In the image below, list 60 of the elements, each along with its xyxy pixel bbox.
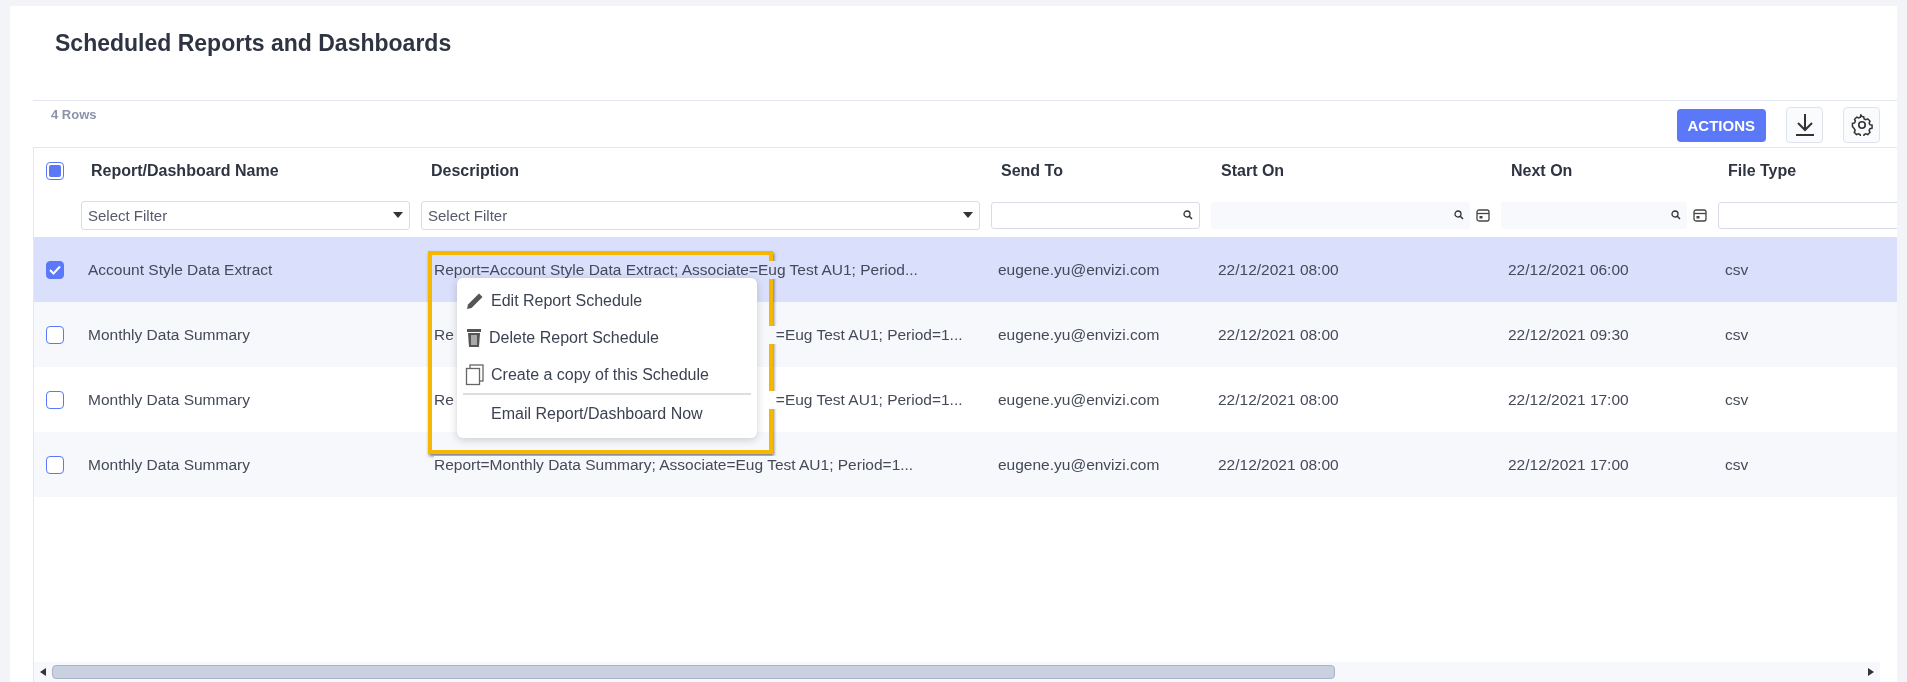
column-header[interactable]: Start On — [1206, 161, 1496, 180]
table-cell-text: 22/12/2021 08:00 — [1217, 325, 1340, 344]
filter-input[interactable] — [1718, 201, 1897, 229]
checkbox[interactable] — [46, 161, 64, 180]
settings-icon — [1850, 114, 1873, 136]
scroll-right-icon[interactable] — [1868, 668, 1874, 676]
caret-icon — [393, 212, 403, 218]
search-icon[interactable] — [1183, 210, 1193, 220]
filter-select[interactable]: Select Filter — [81, 200, 410, 230]
table-cell: Report=Account Style Data Extract; Associate=Eug Test AU1; Period... — [434, 260, 918, 279]
search-icon[interactable] — [1454, 210, 1464, 220]
checkbox[interactable] — [46, 325, 64, 344]
table-cell-text: 22/12/2021 08:00 — [1217, 260, 1340, 279]
column-header[interactable]: File Type — [1713, 161, 1897, 180]
column-header[interactable]: Description — [416, 161, 986, 180]
checkbox[interactable] — [46, 390, 64, 409]
actions-button[interactable]: ACTIONS — [1676, 108, 1766, 142]
table-cell-text: 22/12/2021 17:00 — [1507, 455, 1630, 474]
table-cell-text: csv — [1724, 390, 1750, 409]
row-count: 4 Rows — [51, 107, 97, 122]
page-title: Scheduled Reports and Dashboards — [55, 30, 453, 58]
checkbox[interactable] — [46, 260, 64, 279]
copy-icon — [465, 363, 485, 386]
table-cell-text: eugene.yu@envizi.com — [997, 455, 1161, 474]
table-cell-text: 22/12/2021 09:30 — [1507, 325, 1630, 344]
table-cell-text: csv — [1724, 455, 1750, 474]
table-cell-text: csv — [1724, 260, 1750, 279]
calendar-icon[interactable] — [1476, 208, 1490, 222]
table-cell-text: 22/12/2021 08:00 — [1217, 390, 1340, 409]
table-cell-text: Monthly Data Summary — [87, 325, 251, 344]
column-header[interactable]: Next On — [1496, 161, 1713, 180]
settings-button[interactable] — [1843, 107, 1880, 143]
menu-item[interactable]: Delete Report Schedule — [457, 319, 757, 356]
scroll-left-icon[interactable] — [40, 668, 46, 676]
search-icon[interactable] — [1671, 210, 1681, 220]
table-cell-text: Monthly Data Summary — [87, 390, 251, 409]
trash-icon — [465, 327, 483, 348]
table-cell-text: csv — [1724, 325, 1750, 344]
table-cell-text: eugene.yu@envizi.com — [997, 390, 1161, 409]
menu-item[interactable]: Email Report/Dashboard Now — [457, 395, 757, 432]
caret-icon — [963, 212, 973, 218]
download-button[interactable] — [1786, 107, 1823, 143]
table-cell-text: Account Style Data Extract — [87, 260, 274, 279]
table-cell-text: 22/12/2021 08:00 — [1217, 455, 1340, 474]
table-cell-text: Monthly Data Summary — [87, 455, 251, 474]
table-cell-text: eugene.yu@envizi.com — [997, 325, 1161, 344]
calendar-icon[interactable] — [1693, 208, 1707, 222]
column-header[interactable]: Send To — [986, 161, 1206, 180]
menu-item[interactable]: Create a copy of this Schedule — [457, 356, 757, 393]
filter-input[interactable] — [991, 201, 1200, 229]
column-header[interactable]: Report/Dashboard Name — [76, 161, 416, 180]
table-cell-text: 22/12/2021 17:00 — [1507, 390, 1630, 409]
filter-input[interactable] — [1501, 201, 1687, 229]
filter-select[interactable]: Select Filter — [421, 200, 980, 230]
table-cell-text: eugene.yu@envizi.com — [997, 260, 1161, 279]
filter-input[interactable] — [1211, 201, 1470, 229]
menu-item[interactable]: Edit Report Schedule — [457, 282, 757, 319]
download-icon — [1793, 113, 1816, 137]
table-cell-text: 22/12/2021 06:00 — [1507, 260, 1630, 279]
checkbox[interactable] — [46, 455, 64, 474]
